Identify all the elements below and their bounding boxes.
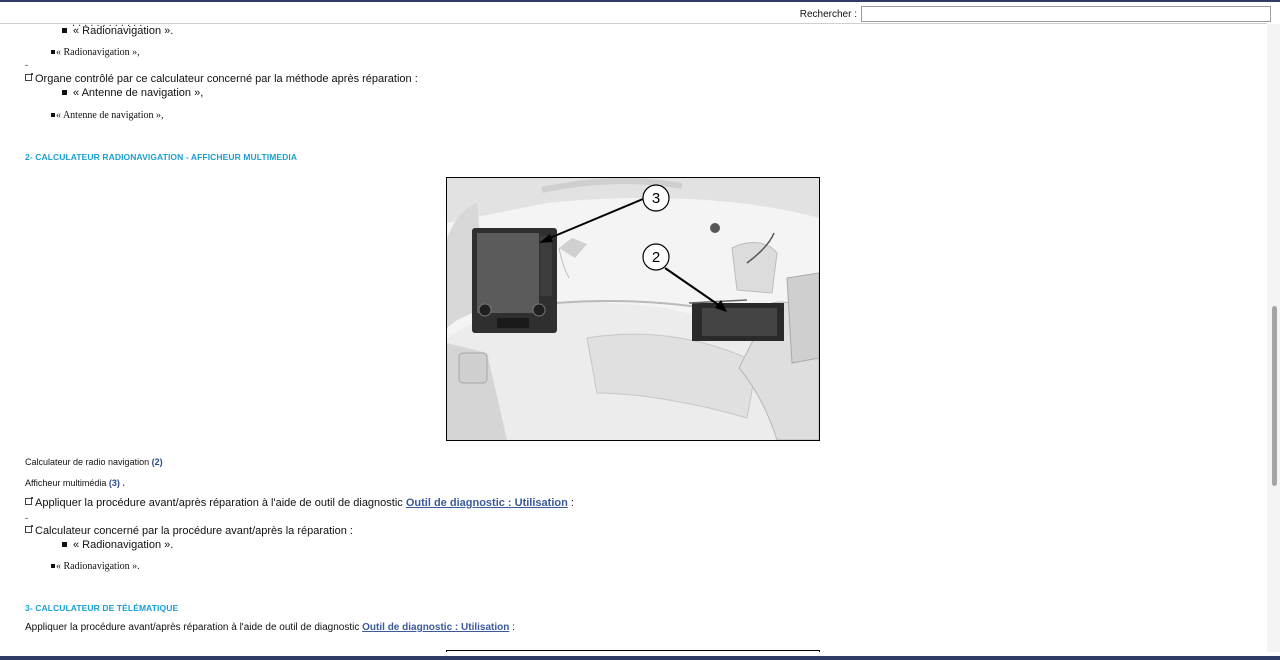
window-bottom-border [0, 656, 1280, 660]
list-item-serif: « Radionavigation », [51, 47, 140, 58]
calc-radio-nav-caption: Calculateur de radio navigation (2) [25, 457, 163, 467]
checkbox-bullet-icon [25, 525, 33, 533]
scrollbar-thumb[interactable] [1272, 306, 1277, 486]
next-figure-top-edge [446, 650, 820, 652]
document-content[interactable]: . . . . . . . . . . . . « Radionavigatio… [0, 24, 1263, 652]
list-item-serif: « Antenne de navigation », [51, 110, 163, 121]
check-item-calc-concerne: Calculateur concerné par la procédure av… [25, 525, 353, 537]
dashboard-illustration: 3 2 [446, 177, 820, 441]
section-title-2: 2- CALCULATEUR RADIONAVIGATION - AFFICHE… [25, 152, 298, 162]
search-input[interactable] [861, 6, 1271, 22]
search-label: Rechercher : [799, 8, 857, 20]
dash: - [25, 60, 28, 70]
list-item: « Radionavigation ». [62, 25, 173, 37]
check-item-organe: Organe contrôlé par ce calculateur conce… [25, 73, 418, 85]
checkbox-bullet-icon [25, 73, 33, 81]
dashboard-drawing-icon: 3 2 [447, 178, 819, 440]
search-bar: Rechercher : [800, 5, 1271, 23]
appliquer-telematique: Appliquer la procédure avant/après répar… [25, 622, 515, 633]
list-item: « Radionavigation ». [62, 539, 173, 551]
list-item: « Antenne de navigation », [62, 87, 203, 99]
dash: - [25, 513, 28, 523]
section-title-3: 3- CALCULATEUR DE TÉLÉMATIQUE [25, 603, 179, 613]
list-item-serif: « Radionavigation ». [51, 561, 140, 572]
diagnostic-link[interactable]: Outil de diagnostic : Utilisation [406, 497, 568, 509]
checkbox-bullet-icon [25, 497, 33, 505]
figure-callout-2: 2 [652, 249, 660, 266]
afficheur-caption: Afficheur multimédia (3) . [25, 478, 125, 488]
window-top-border [0, 0, 1280, 2]
figure-callout-3: 3 [652, 190, 660, 207]
diagnostic-link[interactable]: Outil de diagnostic : Utilisation [362, 622, 509, 633]
check-item-appliquer: Appliquer la procédure avant/après répar… [25, 497, 574, 509]
